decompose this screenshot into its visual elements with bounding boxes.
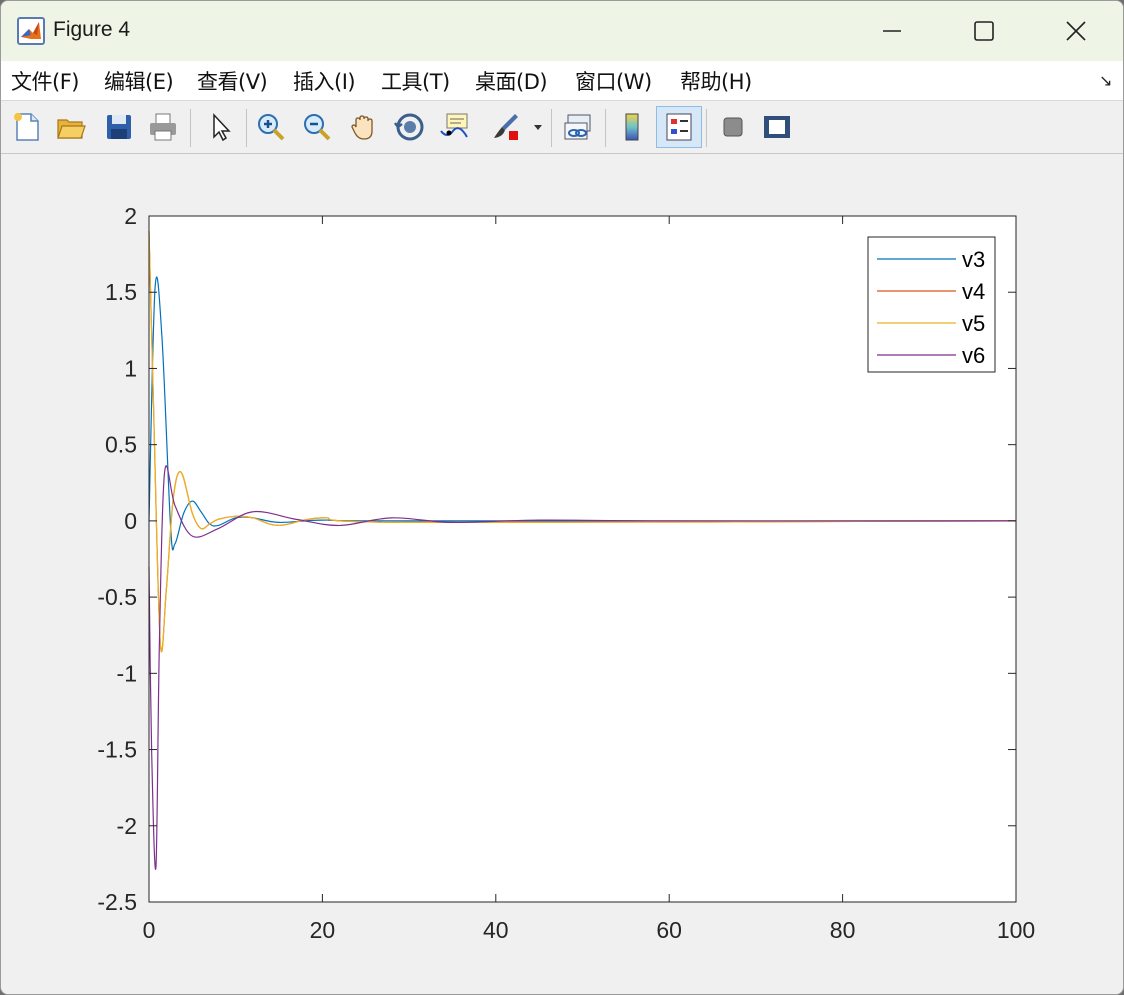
menu-insert[interactable]: 插入(I) <box>293 66 356 96</box>
figure-window: Figure 4 文件(F) 编辑(E) 查看(V) 插入(I) 工具(T) 桌… <box>0 0 1124 995</box>
new-figure-button[interactable] <box>8 106 46 148</box>
y-tick-label: 2 <box>124 203 137 229</box>
x-tick-label: 80 <box>830 917 856 943</box>
brush-button[interactable] <box>486 106 524 148</box>
figure-canvas[interactable]: 0 20 40 60 80 100 2 1.5 1 0.5 0 -0.5 -1 -1.5 -2 -2.5 v3… <box>1 154 1123 994</box>
new-figure-icon <box>14 113 39 141</box>
link-plot-icon <box>564 114 591 140</box>
y-tick-label: 0.5 <box>105 432 137 458</box>
y-tick-label: -2 <box>117 813 137 839</box>
show-plot-tools-button[interactable] <box>758 106 796 148</box>
y-tick-label: -2.5 <box>97 889 137 915</box>
matlab-logo-icon <box>17 17 45 45</box>
toolbar-separator <box>246 109 247 147</box>
toolbar-separator <box>605 109 606 147</box>
x-tick-label: 60 <box>656 917 682 943</box>
print-icon <box>150 113 176 141</box>
print-button[interactable] <box>144 106 182 148</box>
legend-icon <box>666 113 692 141</box>
brush-icon <box>494 114 518 140</box>
menu-help[interactable]: 帮助(H) <box>680 66 752 96</box>
figure-toolbar <box>1 101 1123 154</box>
zoom-in-icon <box>258 114 285 141</box>
zoom-out-icon <box>304 114 331 141</box>
dropdown-arrow-icon <box>534 125 542 130</box>
maximize-icon <box>974 21 994 41</box>
data-cursor-button[interactable] <box>436 106 474 148</box>
legend-label-v6: v6 <box>962 343 985 368</box>
save-button[interactable] <box>100 106 138 148</box>
menu-window[interactable]: 窗口(W) <box>575 66 652 96</box>
legend-button[interactable] <box>656 106 702 148</box>
window-title: Figure 4 <box>53 18 131 41</box>
pan-hand-icon <box>351 115 373 140</box>
minimize-icon <box>883 30 901 32</box>
x-tick-label: 100 <box>997 917 1035 943</box>
colorbar-icon <box>625 113 639 141</box>
link-plot-button[interactable] <box>559 106 597 148</box>
rotate-3d-icon <box>394 113 424 141</box>
maximize-button[interactable] <box>938 1 1030 61</box>
menu-edit[interactable]: 编辑(E) <box>104 66 174 96</box>
hide-plot-tools-button[interactable] <box>714 106 752 148</box>
y-tick-label: 0 <box>124 508 137 534</box>
zoom-out-button[interactable] <box>298 106 336 148</box>
open-file-icon <box>57 119 86 139</box>
save-icon <box>107 115 131 139</box>
menu-desktop[interactable]: 桌面(D) <box>475 66 548 96</box>
legend-label-v3: v3 <box>962 247 985 272</box>
y-tick-label: -1 <box>117 660 137 686</box>
dock-arrow-icon[interactable]: ↘ <box>1099 71 1112 90</box>
menu-bar: 文件(F) 编辑(E) 查看(V) 插入(I) 工具(T) 桌面(D) 窗口(W… <box>1 61 1123 101</box>
y-tick-label: 1 <box>124 355 137 381</box>
open-file-button[interactable] <box>52 106 90 148</box>
legend[interactable]: v3 v4 v5 v6 <box>867 236 996 373</box>
y-tick-label: -1.5 <box>97 737 137 763</box>
pan-button[interactable] <box>345 106 383 148</box>
zoom-in-button[interactable] <box>252 106 290 148</box>
brush-dropdown-button[interactable] <box>527 106 549 148</box>
line-chart[interactable]: 0 20 40 60 80 100 2 1.5 1 0.5 0 -0.5 -1 -1.5 -2 -2.5 v3… <box>1 154 1123 994</box>
legend-label-v5: v5 <box>962 311 985 336</box>
menu-file[interactable]: 文件(F) <box>11 66 79 96</box>
hide-plot-tools-icon <box>723 117 743 137</box>
show-plot-tools-icon <box>764 116 790 138</box>
title-bar[interactable]: Figure 4 <box>1 1 1123 61</box>
x-tick-label: 40 <box>483 917 509 943</box>
close-button[interactable] <box>1030 1 1122 61</box>
y-tick-label: -0.5 <box>97 584 137 610</box>
legend-label-v4: v4 <box>962 279 985 304</box>
toolbar-separator <box>190 109 191 147</box>
menu-tools[interactable]: 工具(T) <box>381 66 450 96</box>
rotate-button[interactable] <box>391 106 429 148</box>
pointer-icon <box>213 113 231 142</box>
y-tick-label: 1.5 <box>105 279 137 305</box>
toolbar-separator <box>551 109 552 147</box>
toolbar-separator <box>706 109 707 147</box>
x-tick-label: 20 <box>310 917 336 943</box>
colorbar-button[interactable] <box>613 106 651 148</box>
x-tick-label: 0 <box>143 917 156 943</box>
menu-view[interactable]: 查看(V) <box>197 66 268 96</box>
close-icon <box>1066 21 1086 41</box>
data-cursor-icon <box>440 113 468 138</box>
minimize-button[interactable] <box>846 1 938 61</box>
pointer-button[interactable] <box>201 106 239 148</box>
